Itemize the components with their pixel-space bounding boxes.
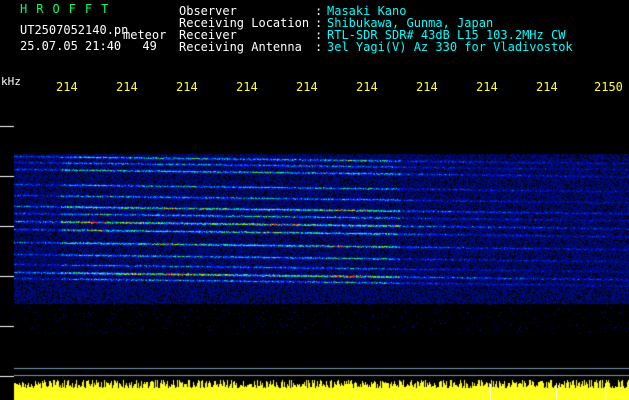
time-tick-label: 214 xyxy=(176,80,198,94)
y-axis-unit: kHz xyxy=(1,75,21,88)
observation-datetime: 25.07.05 21:40 49 xyxy=(20,40,157,53)
time-tick-label: 214 xyxy=(236,80,258,94)
time-tick-label: 214 xyxy=(536,80,558,94)
file-name: UT2507052140.pn xyxy=(20,23,129,37)
time-tick-label: 214 xyxy=(416,80,438,94)
info-label-antenna: Receiving Antenna xyxy=(179,40,302,54)
info-colon: : xyxy=(315,40,323,54)
time-tick-label: 214 xyxy=(116,80,138,94)
time-tick-label: 214 xyxy=(56,80,78,94)
app-title: HROFFT xyxy=(20,2,118,16)
time-tick-label: 2150 xyxy=(594,80,623,94)
date-time: 25.07.05 21:40 xyxy=(20,39,122,53)
time-tick-label: 214 xyxy=(476,80,498,94)
spectrogram-canvas xyxy=(0,96,629,400)
time-tick-label: 214 xyxy=(296,80,318,94)
info-value-antenna: 3el Yagi(V) Az 330 for Vladivostok xyxy=(327,40,573,54)
detection-count: 49 xyxy=(142,39,157,53)
time-tick-label: 214 xyxy=(356,80,378,94)
